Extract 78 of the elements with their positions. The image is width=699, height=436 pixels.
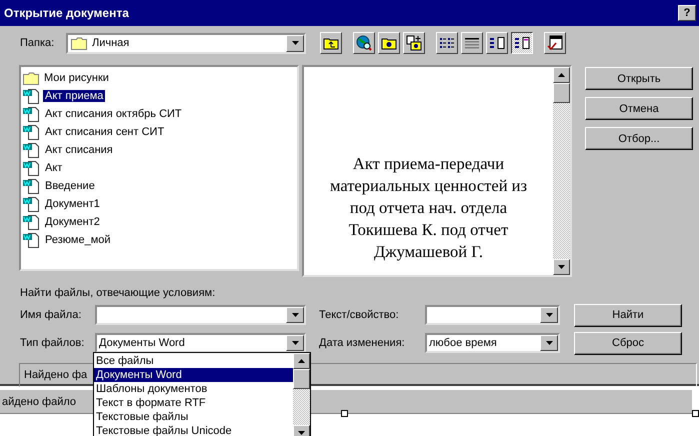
dropdown-item[interactable]: Документы Word <box>94 368 293 382</box>
dialog-button[interactable]: Отмена <box>585 97 693 120</box>
file-item[interactable]: Мои рисунки <box>42 72 111 84</box>
word-document-icon <box>23 160 40 176</box>
scroll-thumb[interactable] <box>293 369 310 389</box>
up-arrow-icon <box>558 73 565 77</box>
down-arrow-icon <box>558 265 565 269</box>
commands-icon <box>547 35 563 51</box>
word-document-icon <box>23 214 40 230</box>
file-item[interactable]: Введение <box>43 180 97 192</box>
file-type-field[interactable]: Документы Word <box>95 333 306 353</box>
scroll-down-button[interactable] <box>553 259 570 275</box>
word-document-icon <box>23 232 40 248</box>
down-arrow-icon <box>298 431 305 435</box>
dialog-button[interactable]: Отбор... <box>585 127 693 150</box>
field-label: Тип файлов: <box>20 337 86 349</box>
field-label: Имя файла: <box>20 309 82 321</box>
preview-text: материальных ценностей из <box>330 175 527 197</box>
down-arrow-icon <box>292 41 298 45</box>
folder-label: Папка: <box>20 37 56 49</box>
reset-button[interactable]: Сброс <box>574 332 682 354</box>
preview-view-icon <box>514 37 530 49</box>
search-heading: Найти файлы, отвечающие условиям: <box>20 287 216 299</box>
dialog-button[interactable]: Открыть <box>585 67 693 90</box>
resize-handle[interactable] <box>692 410 699 417</box>
down-arrow-icon <box>292 341 298 345</box>
file-item[interactable]: Акт <box>43 162 64 174</box>
toolbar-button[interactable] <box>511 32 533 54</box>
status-text: айдено файло <box>2 396 76 408</box>
folder-value: Личная <box>92 37 130 49</box>
down-arrow-icon <box>546 313 552 317</box>
file-item[interactable]: Документ2 <box>43 216 102 228</box>
up-arrow-icon <box>298 359 305 363</box>
preview-text: Джумашевой Г. <box>374 241 484 263</box>
word-document-icon <box>23 88 40 104</box>
word-document-icon <box>23 106 40 122</box>
field-label: Текст/свойство: <box>319 309 400 321</box>
scroll-up-button[interactable] <box>293 353 310 369</box>
file-item[interactable]: Акт списания сент СИТ <box>43 126 166 138</box>
file-item[interactable]: Резюме_мой <box>43 234 113 246</box>
field-label: Дата изменения: <box>319 337 406 349</box>
find-button[interactable]: Найти <box>574 304 682 326</box>
word-document-icon <box>23 178 40 194</box>
field-value: любое время <box>429 337 497 349</box>
field-value: Документы Word <box>99 337 185 349</box>
word-document-icon <box>23 142 40 158</box>
word-document-icon <box>23 124 40 140</box>
preview-text: Токишева К. под отчет <box>348 219 508 241</box>
scroll-up-button[interactable] <box>553 67 570 83</box>
word-document-icon <box>23 196 40 212</box>
date-field[interactable]: любое время <box>425 333 560 353</box>
resize-handle[interactable] <box>341 410 348 417</box>
list-view-icon <box>439 37 455 49</box>
up-folder-icon <box>323 36 339 50</box>
file-item[interactable]: Документ1 <box>43 198 102 210</box>
preview-text: под отчета нач. отдела <box>350 197 508 219</box>
file-item[interactable]: Акт приема <box>43 90 106 102</box>
down-arrow-icon <box>292 313 298 317</box>
file-name-field[interactable] <box>95 305 306 325</box>
text-property-field[interactable] <box>425 305 560 325</box>
folder-combo[interactable]: Личная <box>66 32 306 54</box>
down-arrow-icon <box>546 341 552 345</box>
scrollbar[interactable] <box>553 67 570 275</box>
help-button[interactable]: ? <box>678 5 696 21</box>
scrollbar[interactable] <box>293 353 310 436</box>
file-item[interactable]: Акт списания октябрь СИТ <box>43 108 184 120</box>
folder-icon <box>23 72 39 84</box>
folder-icon <box>71 36 87 50</box>
window-title: Открытие документа <box>4 6 129 20</box>
folder-star-icon <box>381 36 397 50</box>
file-item[interactable]: Акт списания <box>43 144 115 156</box>
globe-icon <box>356 35 372 51</box>
preview-text: Акт приема-передачи <box>352 153 504 175</box>
properties-view-icon <box>489 37 505 49</box>
scroll-thumb[interactable] <box>553 83 570 103</box>
found-text: Найдено фа <box>24 369 88 381</box>
add-folder-icon <box>406 35 422 51</box>
details-view-icon <box>464 37 480 49</box>
